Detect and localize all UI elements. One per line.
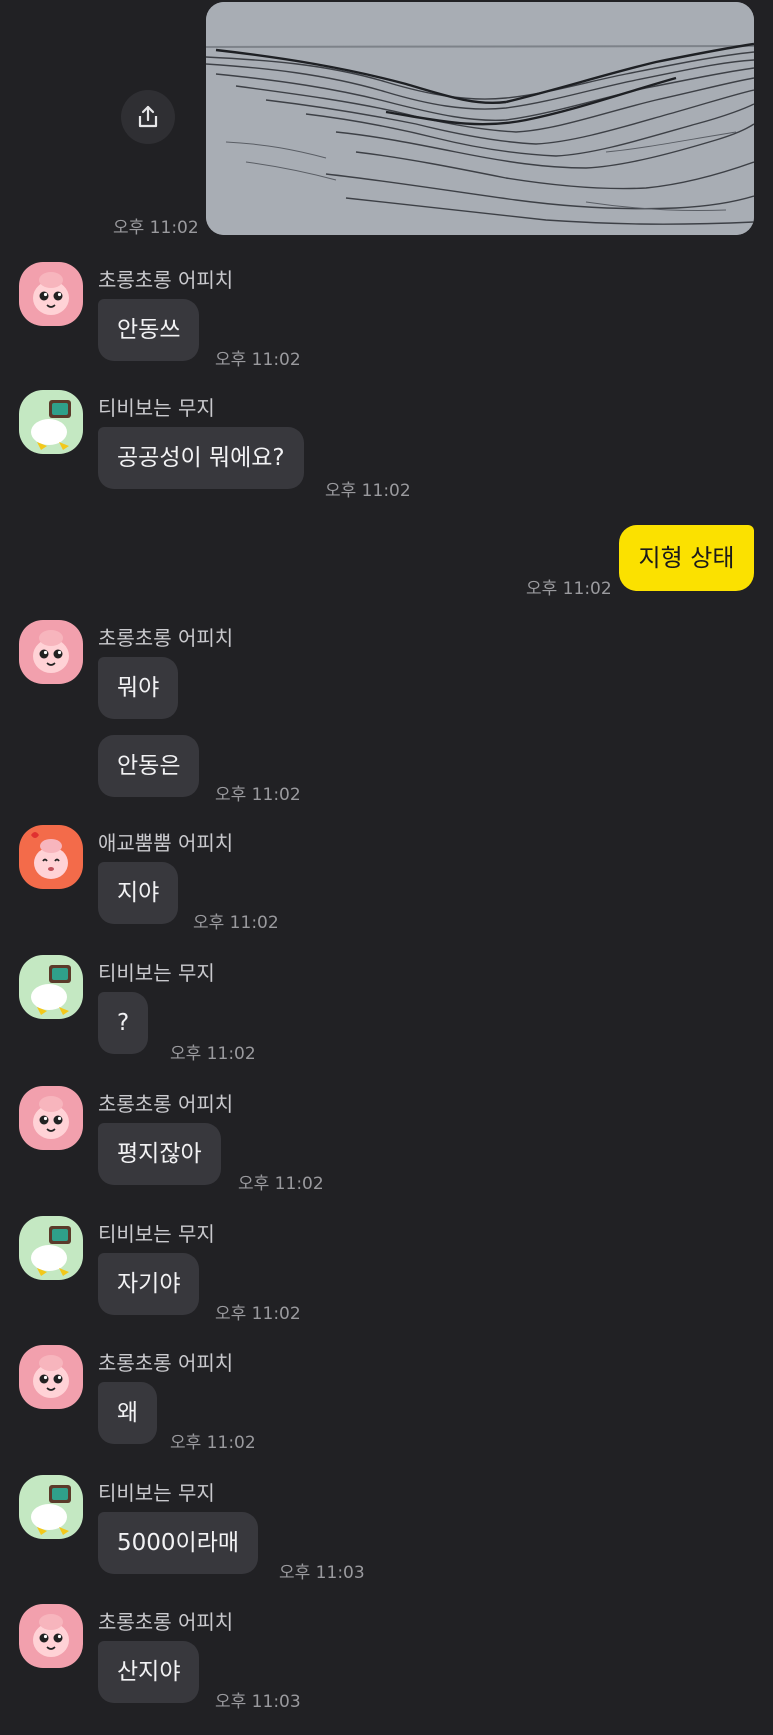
avatar-peach[interactable] bbox=[19, 1345, 83, 1409]
terrain-photo[interactable] bbox=[206, 2, 754, 235]
apeach-icon bbox=[33, 1355, 69, 1398]
message-bubble[interactable]: 왜 bbox=[98, 1382, 158, 1444]
message-bubble[interactable]: ? bbox=[98, 992, 149, 1054]
timestamp: 오후 11:02 bbox=[170, 1433, 256, 1453]
muzi-icon bbox=[31, 1485, 71, 1535]
message-bubble[interactable]: 평지잖아 bbox=[98, 1123, 221, 1185]
avatar-peach[interactable] bbox=[19, 1086, 83, 1150]
message-group: 티비보는 무지 공공성이 뭐에요? 오후 11:02 bbox=[0, 390, 773, 501]
message-group: 초롱초롱 어피치 평지잖아 오후 11:02 bbox=[0, 1086, 773, 1194]
avatar-muzi[interactable] bbox=[19, 955, 83, 1019]
timestamp: 오후 11:03 bbox=[279, 1563, 365, 1583]
share-button[interactable] bbox=[121, 90, 175, 144]
sender-name: 애교뿜뿜 어피치 bbox=[98, 831, 234, 855]
muzi-icon bbox=[31, 1226, 71, 1276]
sender-name: 티비보는 무지 bbox=[98, 961, 215, 985]
timestamp: 오후 11:02 bbox=[215, 350, 301, 370]
timestamp: 오후 11:02 bbox=[238, 1174, 324, 1194]
message-bubble[interactable]: 공공성이 뭐에요? bbox=[98, 427, 304, 489]
message-bubble[interactable]: 뭐야 bbox=[98, 657, 179, 719]
apeach-icon bbox=[33, 630, 69, 673]
message-bubble[interactable]: 안동쓰 bbox=[98, 299, 200, 361]
message-group: 티비보는 무지 5000이라매 오후 11:03 bbox=[0, 1475, 773, 1583]
message-bubble[interactable]: 5000이라매 bbox=[98, 1512, 259, 1574]
image-message: 오후 11:02 bbox=[0, 0, 773, 240]
avatar-peach[interactable] bbox=[19, 262, 83, 326]
muzi-icon bbox=[31, 400, 71, 450]
message-bubble[interactable]: 자기야 bbox=[98, 1253, 200, 1315]
message-group: 초롱초롱 어피치 뭐야 안동은 오후 11:02 bbox=[0, 620, 773, 805]
sender-name: 초롱초롱 어피치 bbox=[98, 626, 234, 650]
sender-name: 티비보는 무지 bbox=[98, 396, 215, 420]
sender-name: 티비보는 무지 bbox=[98, 1481, 215, 1505]
message-group: 초롱초롱 어피치 산지야 오후 11:03 bbox=[0, 1604, 773, 1712]
sender-name: 초롱초롱 어피치 bbox=[98, 1092, 234, 1116]
apeach-icon bbox=[33, 1096, 69, 1139]
message-group: 티비보는 무지 ? 오후 11:02 bbox=[0, 955, 773, 1064]
apeach-icon bbox=[31, 832, 68, 879]
timestamp: 오후 11:02 bbox=[193, 913, 279, 933]
sender-name: 초롱초롱 어피치 bbox=[98, 1351, 234, 1375]
apeach-icon bbox=[33, 1614, 69, 1657]
muzi-icon bbox=[31, 965, 71, 1015]
avatar-muzi[interactable] bbox=[19, 390, 83, 454]
avatar-muzi[interactable] bbox=[19, 1216, 83, 1280]
message-group: 애교뿜뿜 어피치 지야 오후 11:02 bbox=[0, 825, 773, 933]
apeach-icon bbox=[33, 272, 69, 315]
message-bubble[interactable]: 지야 bbox=[98, 862, 179, 924]
timestamp: 오후 11:02 bbox=[215, 785, 301, 805]
message-bubble[interactable]: 산지야 bbox=[98, 1641, 200, 1703]
message-bubble[interactable]: 안동은 bbox=[98, 735, 200, 797]
avatar-peach[interactable] bbox=[19, 1604, 83, 1668]
outgoing-message: 지형 상태 오후 11:02 bbox=[0, 525, 773, 599]
sender-name: 초롱초롱 어피치 bbox=[98, 268, 234, 292]
sender-name: 티비보는 무지 bbox=[98, 1222, 215, 1246]
message-group: 초롱초롱 어피치 안동쓰 오후 11:02 bbox=[0, 262, 773, 370]
avatar-muzi[interactable] bbox=[19, 1475, 83, 1539]
message-group: 초롱초롱 어피치 왜 오후 11:02 bbox=[0, 1345, 773, 1453]
sender-name: 초롱초롱 어피치 bbox=[98, 1610, 234, 1634]
timestamp: 오후 11:02 bbox=[113, 218, 199, 238]
share-icon bbox=[138, 105, 158, 128]
message-bubble-outgoing[interactable]: 지형 상태 bbox=[619, 525, 754, 591]
avatar-peach[interactable] bbox=[19, 620, 83, 684]
timestamp: 오후 11:02 bbox=[215, 1304, 301, 1324]
timestamp: 오후 11:02 bbox=[325, 481, 411, 501]
avatar-peach-aegyo[interactable] bbox=[19, 825, 83, 889]
timestamp: 오후 11:02 bbox=[170, 1044, 256, 1064]
timestamp: 오후 11:03 bbox=[215, 1692, 301, 1712]
timestamp: 오후 11:02 bbox=[526, 579, 612, 599]
message-group: 티비보는 무지 자기야 오후 11:02 bbox=[0, 1216, 773, 1324]
